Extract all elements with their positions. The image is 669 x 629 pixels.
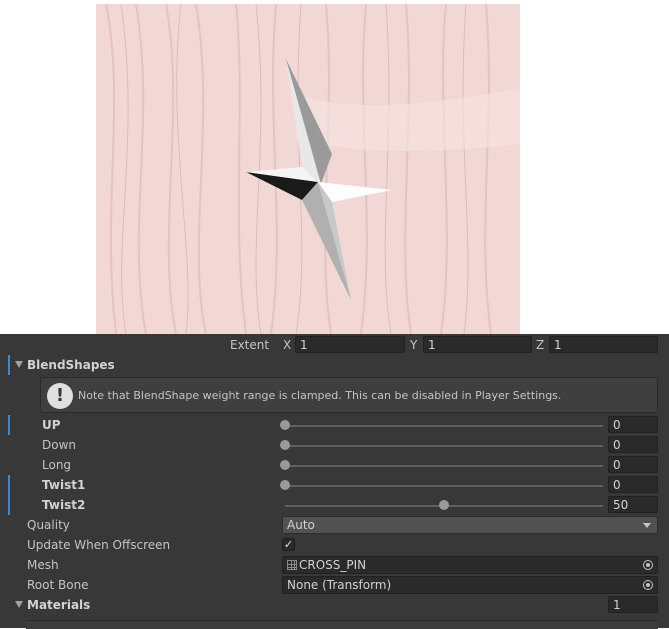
extent-label: Extent <box>230 338 270 352</box>
blendshape-slider-thumb[interactable] <box>280 440 290 450</box>
mesh-object-field[interactable]: CROSS_PIN <box>282 556 658 574</box>
cross-pin-object <box>246 59 392 300</box>
object-picker-icon[interactable] <box>643 580 653 590</box>
blendshape-slider-track[interactable] <box>285 445 603 447</box>
blendshape-value-field[interactable]: 0 <box>608 476 658 493</box>
blendshape-slider-track[interactable] <box>285 465 603 467</box>
object-picker-icon[interactable] <box>643 560 653 570</box>
quality-label: Quality <box>27 518 70 532</box>
blendshape-row-twist2: Twist2 50 <box>0 495 669 515</box>
blendshape-slider-track[interactable] <box>285 425 603 427</box>
modified-marker <box>8 475 10 495</box>
extent-x-axis-label: X <box>283 338 292 352</box>
blendshape-value-field[interactable]: 50 <box>608 496 658 513</box>
mesh-icon <box>287 560 297 570</box>
info-icon: ! <box>47 383 73 409</box>
foldout-arrow-icon[interactable] <box>15 361 23 368</box>
blendshape-row-twist1: Twist1 0 <box>0 475 669 495</box>
help-text: Note that BlendShape weight range is cla… <box>78 389 562 402</box>
foldout-arrow-icon[interactable] <box>15 601 23 608</box>
modified-marker <box>8 355 10 375</box>
blendshape-value-field[interactable]: 0 <box>608 436 658 453</box>
mesh-value: CROSS_PIN <box>299 558 367 572</box>
materials-label: Materials <box>27 598 91 612</box>
update-offscreen-label: Update When Offscreen <box>27 538 171 552</box>
scene-viewport[interactable] <box>96 4 520 334</box>
root-bone-value: None (Transform) <box>287 578 392 592</box>
update-offscreen-row: Update When Offscreen ✓ <box>0 535 669 555</box>
blendshape-row-long: Long 0 <box>0 455 669 475</box>
extent-y-axis-label: Y <box>410 338 418 352</box>
materials-count-field[interactable]: 1 <box>608 596 658 613</box>
blendshape-slider-track[interactable] <box>285 485 603 487</box>
modified-marker <box>8 495 10 515</box>
update-offscreen-checkbox[interactable]: ✓ <box>282 538 295 551</box>
blendshape-label: Twist1 <box>42 478 86 492</box>
blendshape-row-up: UP 0 <box>0 415 669 435</box>
blendshapes-header[interactable]: BlendShapes <box>0 355 669 375</box>
blendshape-label: Twist2 <box>42 498 86 512</box>
quality-row: Quality Auto <box>0 515 669 535</box>
blendshapes-title: BlendShapes <box>27 358 115 372</box>
blendshape-slider-thumb[interactable] <box>439 500 449 510</box>
root-bone-object-field[interactable]: None (Transform) <box>282 576 658 594</box>
chevron-down-icon <box>643 523 651 528</box>
modified-marker <box>8 415 10 435</box>
blendshape-value-field[interactable]: 0 <box>608 416 658 433</box>
extent-x-field[interactable]: 1 <box>295 336 405 353</box>
blendshape-value-field[interactable]: 0 <box>608 456 658 473</box>
root-bone-label: Root Bone <box>27 578 89 592</box>
quality-value: Auto <box>287 518 315 532</box>
extent-y-field[interactable]: 1 <box>423 336 532 353</box>
extent-row: Extent X 1 Y 1 Z 1 <box>0 335 669 355</box>
blendshape-label: Long <box>42 458 72 472</box>
extent-z-field[interactable]: 1 <box>549 336 658 353</box>
blendshape-help-box: ! Note that BlendShape weight range is c… <box>40 377 658 413</box>
mesh-label: Mesh <box>27 558 59 572</box>
mesh-row: Mesh CROSS_PIN <box>0 555 669 575</box>
extent-z-axis-label: Z <box>536 338 545 352</box>
blendshape-slider-thumb[interactable] <box>280 480 290 490</box>
root-bone-row: Root Bone None (Transform) <box>0 575 669 595</box>
blendshape-label: Down <box>42 438 77 452</box>
blendshape-slider-thumb[interactable] <box>280 420 290 430</box>
materials-header[interactable]: Materials 1 <box>0 595 669 615</box>
hair-strands-background <box>105 4 520 334</box>
quality-dropdown[interactable]: Auto <box>282 516 658 534</box>
blendshape-label: UP <box>42 418 61 432</box>
blendshape-row-down: Down 0 <box>0 435 669 455</box>
blendshape-slider-thumb[interactable] <box>280 460 290 470</box>
